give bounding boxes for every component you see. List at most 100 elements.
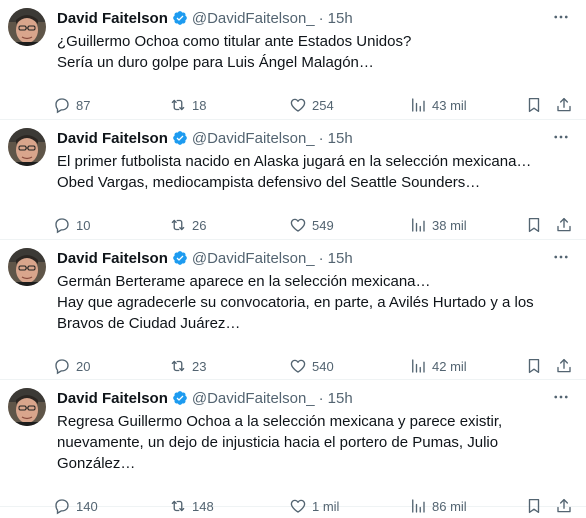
bookmark-icon	[528, 358, 540, 374]
bookmark-button[interactable]	[525, 494, 543, 518]
views-chart-icon	[412, 499, 425, 513]
tweet-text: ¿Guillermo Ochoa como titular ante Estad…	[57, 31, 577, 73]
reply-button[interactable]: 20	[53, 354, 90, 378]
tweet-actions: 140 148 1 mil 86 mil	[49, 494, 586, 518]
views-chart-icon	[412, 218, 425, 232]
retweet-icon	[171, 219, 185, 231]
bookmark-icon	[528, 217, 540, 233]
tweet[interactable]: David Faitelson @DavidFaitelson_ · 15h G…	[0, 240, 586, 380]
heart-icon	[290, 359, 306, 373]
heart-icon	[290, 499, 306, 513]
share-button[interactable]	[555, 354, 573, 378]
views-chart-icon	[412, 98, 425, 112]
like-button[interactable]: 549	[289, 213, 334, 237]
avatar[interactable]	[8, 128, 46, 166]
retweet-button[interactable]: 148	[169, 494, 214, 518]
views-button[interactable]: 42 mil	[409, 354, 467, 378]
like-button[interactable]: 254	[289, 93, 334, 117]
avatar[interactable]	[8, 388, 46, 426]
timestamp[interactable]: 15h	[328, 250, 353, 267]
more-options-icon[interactable]	[550, 246, 572, 268]
tweet-text: Germán Berterame aparece en la selección…	[57, 271, 577, 334]
retweet-icon	[171, 99, 185, 111]
verified-badge-icon	[172, 10, 188, 26]
separator-dot: ·	[318, 129, 324, 147]
tweet-text-line: nuevamente, un dejo de injusticia hacia …	[57, 434, 499, 451]
reply-button[interactable]: 87	[53, 93, 90, 117]
like-button[interactable]: 1 mil	[289, 494, 339, 518]
retweet-count: 26	[192, 217, 207, 233]
share-button[interactable]	[555, 494, 573, 518]
separator-dot: ·	[318, 389, 324, 407]
share-icon	[557, 217, 571, 232]
tweet-actions: 87 18 254 43 mil	[49, 93, 586, 117]
separator-dot: ·	[318, 249, 324, 267]
timestamp[interactable]: 15h	[328, 390, 353, 407]
retweet-icon	[171, 360, 185, 372]
views-button[interactable]: 43 mil	[409, 93, 467, 117]
bookmark-icon	[528, 498, 540, 514]
retweet-count: 148	[192, 498, 214, 514]
author-handle[interactable]: @DavidFaitelson_	[192, 10, 315, 27]
tweet[interactable]: David Faitelson @DavidFaitelson_ · 15h R…	[0, 380, 586, 515]
retweet-count: 18	[192, 97, 207, 113]
bookmark-button[interactable]	[525, 354, 543, 378]
author-name[interactable]: David Faitelson	[57, 390, 168, 407]
bookmark-button[interactable]	[525, 93, 543, 117]
timestamp[interactable]: 15h	[328, 130, 353, 147]
bookmark-button[interactable]	[525, 213, 543, 237]
author-handle[interactable]: @DavidFaitelson_	[192, 130, 315, 147]
retweet-icon	[171, 500, 185, 512]
reply-count: 87	[76, 97, 91, 113]
tweet-header: David Faitelson @DavidFaitelson_ · 15h	[57, 8, 353, 28]
tweet-text-line: ¿Guillermo Ochoa como titular ante Estad…	[57, 33, 412, 50]
bookmark-icon	[528, 97, 540, 113]
tweet-text-line: Hay que agradecerle su convocatoria, en …	[57, 294, 534, 311]
author-name[interactable]: David Faitelson	[57, 10, 168, 27]
tweet-text-line: Regresa Guillermo Ochoa a la selección m…	[57, 413, 503, 430]
share-icon	[557, 97, 571, 112]
tweet-text-line: Bravos de Ciudad Juárez…	[57, 315, 241, 332]
like-count: 549	[312, 217, 334, 233]
views-chart-icon	[412, 359, 425, 373]
timestamp[interactable]: 15h	[328, 10, 353, 27]
avatar[interactable]	[8, 8, 46, 46]
share-button[interactable]	[555, 213, 573, 237]
tweet[interactable]: David Faitelson @DavidFaitelson_ · 15h E…	[0, 120, 586, 240]
reply-button[interactable]: 10	[53, 213, 90, 237]
author-name[interactable]: David Faitelson	[57, 250, 168, 267]
more-options-icon[interactable]	[550, 126, 572, 148]
like-button[interactable]: 540	[289, 354, 334, 378]
reply-icon	[55, 218, 69, 234]
like-count: 540	[312, 358, 334, 374]
like-count: 254	[312, 97, 334, 113]
views-count: 43 mil	[432, 97, 467, 113]
reply-icon	[55, 98, 69, 114]
heart-icon	[290, 98, 306, 112]
tweet-actions: 20 23 540 42 mil	[49, 354, 586, 378]
views-button[interactable]: 38 mil	[409, 213, 467, 237]
more-options-icon[interactable]	[550, 386, 572, 408]
reply-icon	[55, 359, 69, 375]
like-count: 1 mil	[312, 498, 340, 514]
retweet-button[interactable]: 26	[169, 213, 206, 237]
views-button[interactable]: 86 mil	[409, 494, 467, 518]
retweet-button[interactable]: 18	[169, 93, 206, 117]
retweet-count: 23	[192, 358, 207, 374]
reply-count: 10	[76, 217, 91, 233]
verified-badge-icon	[172, 130, 188, 146]
retweet-button[interactable]: 23	[169, 354, 206, 378]
views-count: 38 mil	[432, 217, 467, 233]
tweet-header: David Faitelson @DavidFaitelson_ · 15h	[57, 248, 353, 268]
separator-dot: ·	[318, 9, 324, 27]
tweet-actions: 10 26 549 38 mil	[49, 213, 586, 237]
more-options-icon[interactable]	[550, 6, 572, 28]
author-name[interactable]: David Faitelson	[57, 130, 168, 147]
author-handle[interactable]: @DavidFaitelson_	[192, 390, 315, 407]
share-button[interactable]	[555, 93, 573, 117]
reply-button[interactable]: 140	[53, 494, 98, 518]
author-handle[interactable]: @DavidFaitelson_	[192, 250, 315, 267]
tweet[interactable]: David Faitelson @DavidFaitelson_ · 15h ¿…	[0, 0, 586, 120]
avatar[interactable]	[8, 248, 46, 286]
views-count: 86 mil	[432, 498, 467, 514]
